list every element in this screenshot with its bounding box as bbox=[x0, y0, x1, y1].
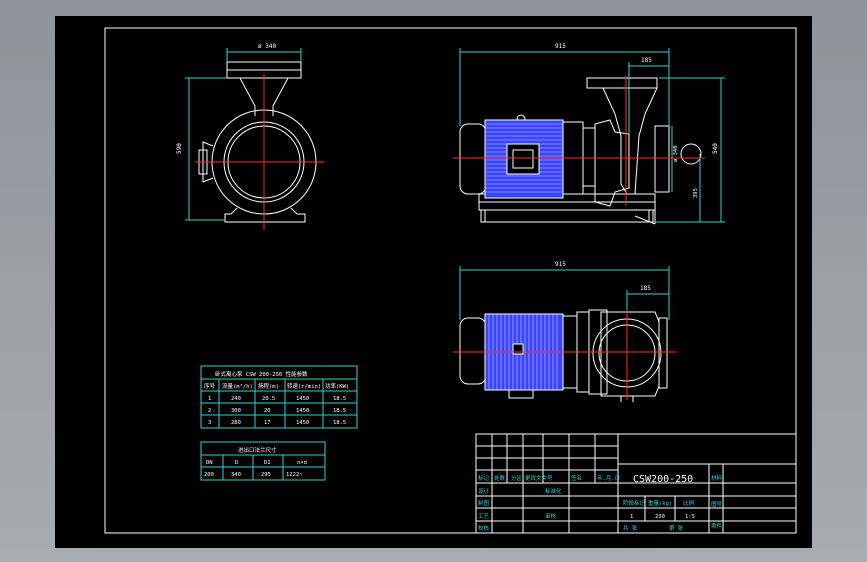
side-label-1: 图号 bbox=[711, 500, 723, 508]
row-label-3: 校核 bbox=[478, 524, 490, 532]
drawing-canvas: ø 340 590 915 185 540 ø 340 395 915 185 … bbox=[104, 27, 797, 534]
row-label-0: 设计 bbox=[478, 487, 490, 495]
params-r2-c1: 280 bbox=[231, 420, 241, 426]
params-r1-c4: 18.5 bbox=[333, 408, 346, 414]
dim-side-width: ø 340 bbox=[258, 43, 276, 50]
plan-motor-cap bbox=[459, 317, 487, 385]
rev-label-0: 标记 bbox=[478, 474, 490, 482]
dim-side-height: 590 bbox=[176, 143, 183, 154]
params-r2-c2: 17 bbox=[264, 420, 271, 426]
params-r0-c3: 1450 bbox=[296, 396, 309, 402]
stage-label: 阶段标记 bbox=[623, 499, 646, 507]
rev-label-1: 处数 bbox=[494, 474, 506, 482]
params-r2-c3: 1450 bbox=[296, 420, 309, 426]
front-motor-body bbox=[484, 119, 564, 199]
params-header-2: 扬程(m) bbox=[258, 382, 279, 390]
row-label-1: 制图 bbox=[478, 499, 490, 507]
flange-header-2: D1 bbox=[264, 460, 271, 466]
params-r0-c4: 18.5 bbox=[333, 396, 346, 402]
drawing-sheet: ø 340 590 915 185 540 ø 340 395 915 185 … bbox=[55, 16, 812, 548]
flange-row-2: 295 bbox=[261, 472, 271, 478]
front-pump-body bbox=[594, 119, 630, 207]
scale-label: 比例 bbox=[683, 499, 695, 507]
rev-label-2: 分区 bbox=[511, 474, 523, 482]
flange-header-3: n×d bbox=[297, 460, 307, 466]
approve-label: 审核 bbox=[545, 512, 557, 520]
params-r0-c2: 20.5 bbox=[262, 396, 275, 402]
flange-row-1: 340 bbox=[231, 472, 241, 478]
params-r0-c1: 240 bbox=[231, 396, 241, 402]
rev-label-5: 年.月.日 bbox=[597, 474, 620, 482]
flange-table-text: 进出口法兰尺寸 DN D D1 n×d 200 340 295 12ר22 bbox=[204, 446, 307, 478]
dim-plan-offset: 185 bbox=[640, 285, 651, 292]
params-r1-c3: 1450 bbox=[296, 408, 309, 414]
front-motor-cap bbox=[459, 123, 487, 195]
params-header-4: 功率(KW) bbox=[325, 382, 349, 390]
params-r1-c0: 2 bbox=[208, 408, 211, 414]
sheet-no: 第 张 bbox=[669, 524, 684, 532]
weight-label: 重量(kg) bbox=[648, 499, 672, 507]
front-volute bbox=[602, 87, 658, 195]
side-view bbox=[185, 48, 317, 223]
params-header-3: 转速(r/min) bbox=[287, 382, 321, 390]
dim-front-length: 915 bbox=[555, 43, 566, 50]
flange-title: 进出口法兰尺寸 bbox=[238, 446, 277, 454]
row-label-2: 工艺 bbox=[478, 513, 490, 520]
params-r1-c2: 20 bbox=[264, 408, 271, 414]
side-label-0: 材料 bbox=[711, 474, 723, 482]
flange-header-0: DN bbox=[206, 460, 213, 466]
plan-pump-housing bbox=[600, 311, 660, 397]
dim-front-suction: 185 bbox=[641, 57, 652, 64]
params-r2-c0: 3 bbox=[208, 420, 211, 426]
params-header-0: 序号 bbox=[204, 382, 216, 390]
dim-front-flange: ø 340 bbox=[673, 145, 679, 162]
sheet-total: 共 张 bbox=[623, 524, 638, 532]
params-title: 卧式离心泵 CSW 200-250 性能参数 bbox=[215, 370, 308, 378]
qty-value: 1 bbox=[630, 514, 633, 520]
flange-row-3: 12ר22 bbox=[286, 472, 302, 478]
drawing-name: CSW200-250 bbox=[633, 474, 693, 485]
cad-viewport: ø 340 590 915 185 540 ø 340 395 915 185 … bbox=[0, 0, 867, 562]
drawing-frame bbox=[104, 27, 797, 534]
dim-plan-length: 915 bbox=[555, 261, 566, 268]
params-header-1: 流量(m³/h) bbox=[222, 382, 253, 390]
weight-value: 230 bbox=[655, 514, 665, 520]
params-r2-c4: 18.5 bbox=[333, 420, 346, 426]
side-label-2: 零件 bbox=[711, 522, 723, 530]
rev-label-4: 签名 bbox=[571, 474, 582, 482]
flange-row-0: 200 bbox=[204, 472, 214, 478]
flange-header-1: D bbox=[235, 460, 238, 466]
params-r0-c0: 1 bbox=[208, 396, 211, 402]
std-label: 标准化 bbox=[545, 487, 562, 495]
params-table-text: 卧式离心泵 CSW 200-250 性能参数 序号 流量(m³/h) 扬程(m)… bbox=[204, 370, 349, 426]
rev-label-3: 更改文件号 bbox=[525, 474, 553, 482]
params-r1-c1: 300 bbox=[231, 408, 241, 414]
dim-front-center: 395 bbox=[693, 188, 699, 198]
dim-front-height: 540 bbox=[712, 143, 719, 154]
scale-value: 1:5 bbox=[685, 514, 695, 520]
